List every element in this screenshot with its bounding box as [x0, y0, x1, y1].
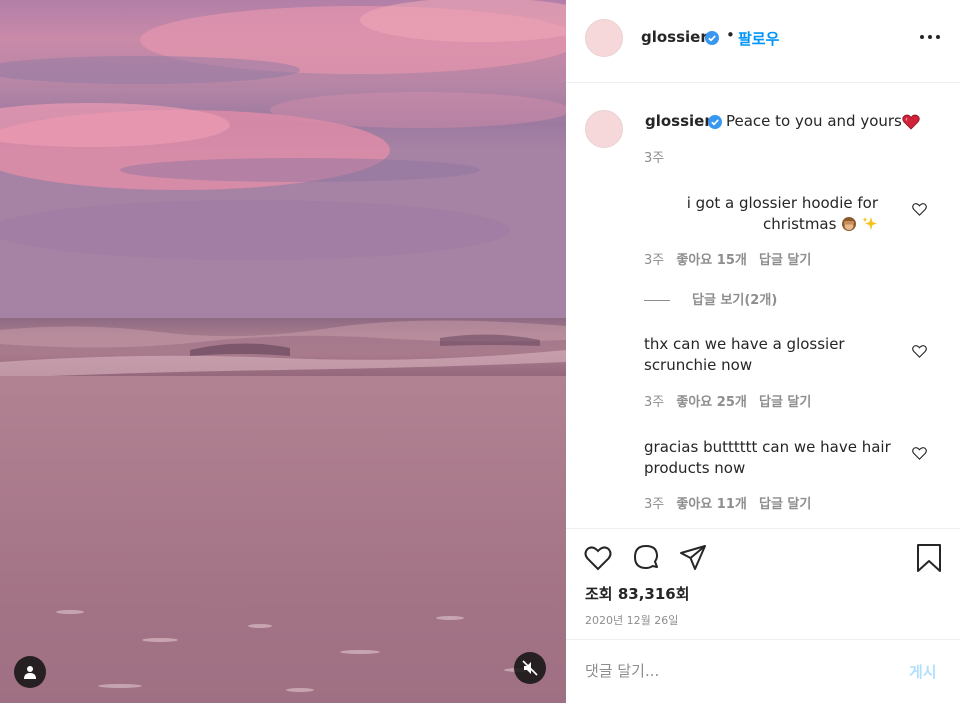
post-header: glossier • 팔로우 [566, 0, 960, 83]
post-media[interactable] [0, 0, 566, 703]
comment-input[interactable] [585, 658, 885, 684]
comment-likes[interactable]: 좋아요 15개 [676, 253, 746, 268]
reply-button[interactable]: 답글 달기 [759, 395, 811, 410]
comment-text: gracias butttttt can we have hair produc… [644, 437, 894, 479]
red-heart-emoji-icon [902, 114, 920, 130]
follow-button[interactable]: 팔로우 [738, 28, 779, 49]
comment-like-heart-icon[interactable] [912, 202, 927, 217]
comment-likes[interactable]: 좋아요 25개 [676, 395, 746, 410]
comment-meta: 3주 좋아요 25개 답글 달기 [644, 391, 819, 410]
post-comment-button[interactable]: 게시 [909, 661, 937, 682]
volume-muted-icon [522, 660, 538, 676]
comment-meta: 3주 좋아요 11개 답글 달기 [644, 493, 819, 512]
post-date[interactable]: 2020년 12월 26일 [585, 612, 678, 628]
caption-avatar[interactable] [585, 110, 623, 148]
caption-username[interactable]: glossier [645, 112, 712, 130]
author-username[interactable]: glossier [641, 28, 708, 46]
paper-plane-icon[interactable] [678, 543, 708, 573]
user-tag-icon [24, 666, 36, 679]
post-actions: 조회 83,316회 2020년 12월 26일 [566, 528, 960, 640]
view-replies-label: 답글 보기(2개) [692, 293, 778, 308]
comment-text: thx can we have a glossier scrunchie now [644, 334, 878, 376]
author-avatar[interactable] [585, 19, 623, 57]
comment-timestamp: 3주 [644, 395, 665, 410]
caption-timestamp: 3주 [644, 151, 665, 166]
heart-icon[interactable] [583, 543, 613, 573]
comment-composer: 게시 [566, 641, 960, 703]
comment-text: i got a glossier hoodie for christmas [644, 193, 878, 235]
comment-meta: 3주 좋아요 15개 답글 달기 [644, 249, 819, 268]
reply-button[interactable]: 답글 달기 [759, 497, 811, 512]
comment-body: gracias butttttt can we have hair produc… [644, 438, 891, 477]
reply-button[interactable]: 답글 달기 [759, 253, 811, 268]
view-count[interactable]: 조회 83,316회 [585, 583, 690, 604]
comment-like-heart-icon[interactable] [912, 446, 927, 461]
bookmark-icon[interactable] [914, 543, 944, 573]
more-options-icon[interactable] [918, 32, 942, 42]
caption-text: Peace to you and yours [726, 112, 902, 130]
header-separator: • [726, 26, 735, 44]
comment-timestamp: 3주 [644, 497, 665, 512]
mute-toggle-button[interactable] [514, 652, 546, 684]
see-no-evil-monkey-emoji-icon [842, 217, 857, 231]
comment-like-heart-icon[interactable] [912, 344, 927, 359]
verified-badge-icon [708, 115, 722, 129]
post-panel: glossier • 팔로우 glossier Peace to you and… [566, 0, 960, 703]
comment-timestamp: 3주 [644, 253, 665, 268]
comment-body: thx can we have a glossier scrunchie now [644, 335, 845, 374]
comment-likes[interactable]: 좋아요 11개 [676, 497, 746, 512]
beach-sunset-video[interactable] [0, 0, 566, 703]
view-replies-button[interactable]: 답글 보기(2개) [644, 289, 777, 308]
divider-line [644, 300, 670, 301]
sparkles-emoji-icon [862, 217, 877, 230]
user-tag-button[interactable] [14, 656, 46, 688]
comment-icon[interactable] [631, 543, 661, 573]
verified-badge-icon [705, 31, 719, 45]
